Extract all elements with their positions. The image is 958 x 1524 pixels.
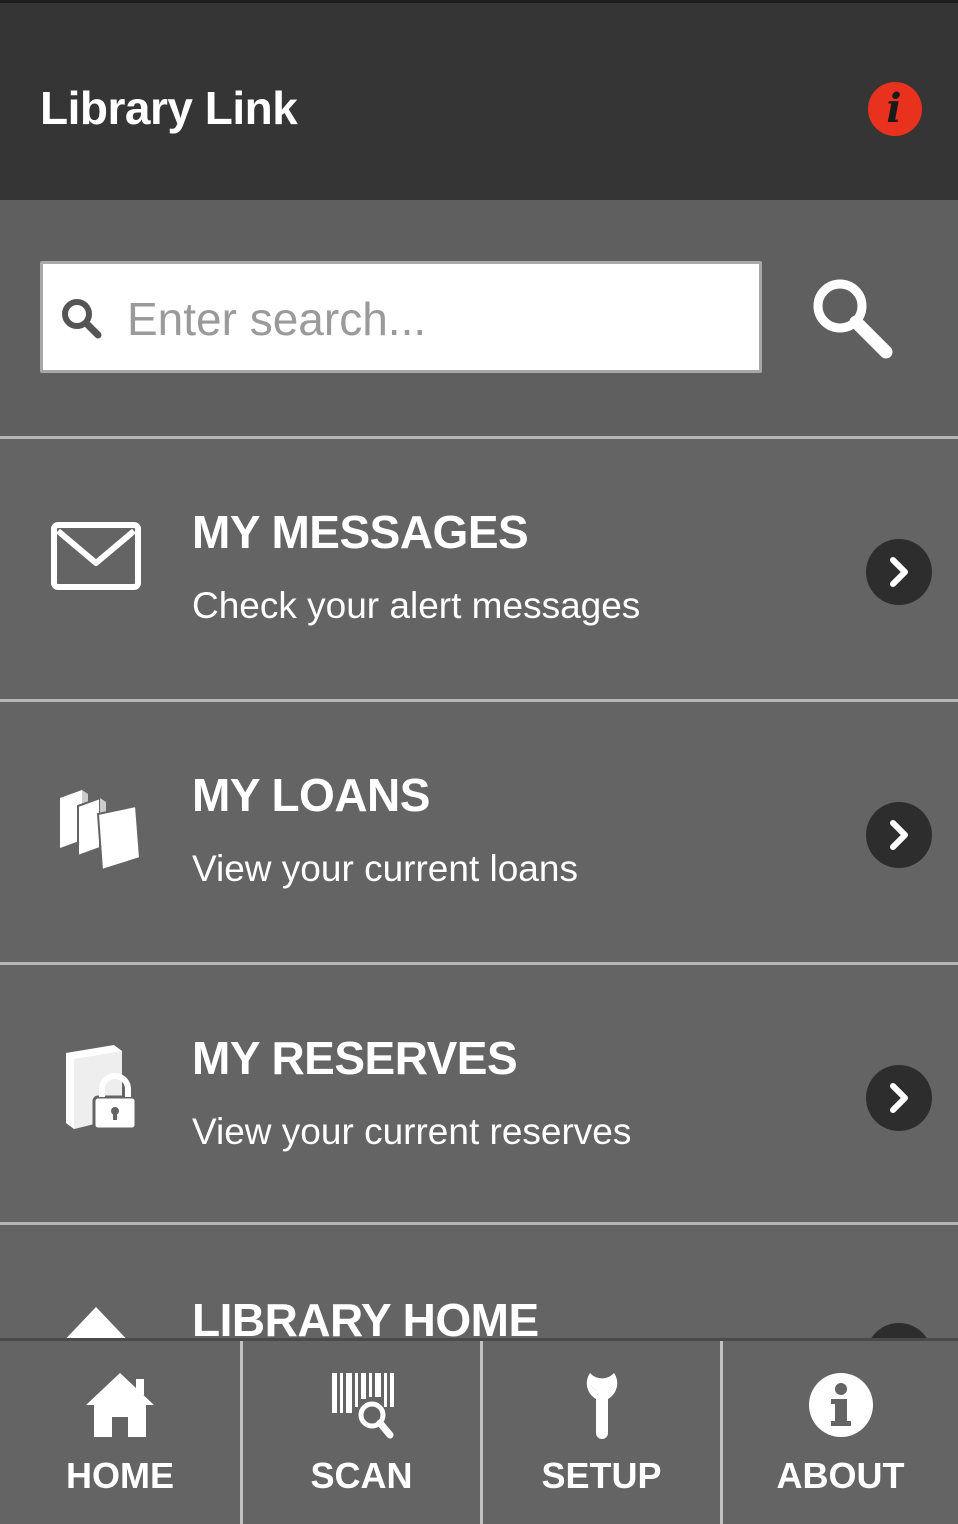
nav-label: ABOUT: [776, 1455, 905, 1496]
menu-item-reserves[interactable]: MY RESERVES View your current reserves: [0, 962, 958, 1222]
book-lock-icon: [66, 1045, 138, 1131]
books-icon: [60, 790, 142, 872]
search-bar: [0, 200, 958, 436]
menu-item-title: MY RESERVES: [192, 1032, 518, 1084]
chevron-right-icon: [866, 1065, 932, 1131]
envelope-icon: [51, 522, 141, 590]
menu-item-subtitle: View your current loans: [192, 848, 578, 889]
chevron-right-icon: [866, 802, 932, 868]
app-title: Library Link: [40, 82, 298, 134]
menu-item-title: MY MESSAGES: [192, 506, 529, 558]
nav-home-button[interactable]: HOME: [0, 1341, 243, 1524]
menu-item-subtitle: View your current reserves: [192, 1111, 632, 1152]
chevron-right-icon: [866, 539, 932, 605]
nav-label: SETUP: [541, 1455, 662, 1496]
info-icon: i: [886, 85, 902, 132]
menu-item-loans[interactable]: MY LOANS View your current loans: [0, 699, 958, 959]
search-box[interactable]: [40, 261, 762, 373]
nav-label: SCAN: [310, 1455, 413, 1496]
nav-setup-button[interactable]: SETUP: [483, 1341, 723, 1524]
menu-item-messages[interactable]: MY MESSAGES Check your alert messages: [0, 436, 958, 696]
search-input[interactable]: [127, 264, 747, 370]
bottom-nav: HOME SCAN SETUP ABOUT: [0, 1338, 958, 1524]
search-icon: [62, 299, 102, 339]
info-icon: [808, 1373, 873, 1437]
menu-item-title: MY LOANS: [192, 769, 430, 821]
app-header: Library Link i: [0, 0, 958, 200]
nav-scan-button[interactable]: SCAN: [243, 1341, 483, 1524]
home-icon: [86, 1373, 154, 1437]
nav-about-button[interactable]: ABOUT: [723, 1341, 958, 1524]
info-button[interactable]: i: [868, 82, 922, 136]
menu-item-subtitle: Check your alert messages: [192, 585, 641, 626]
nav-label: HOME: [66, 1455, 174, 1496]
barcode-scan-icon: [331, 1373, 394, 1439]
wrench-icon: [586, 1373, 617, 1439]
search-button[interactable]: [804, 270, 900, 366]
